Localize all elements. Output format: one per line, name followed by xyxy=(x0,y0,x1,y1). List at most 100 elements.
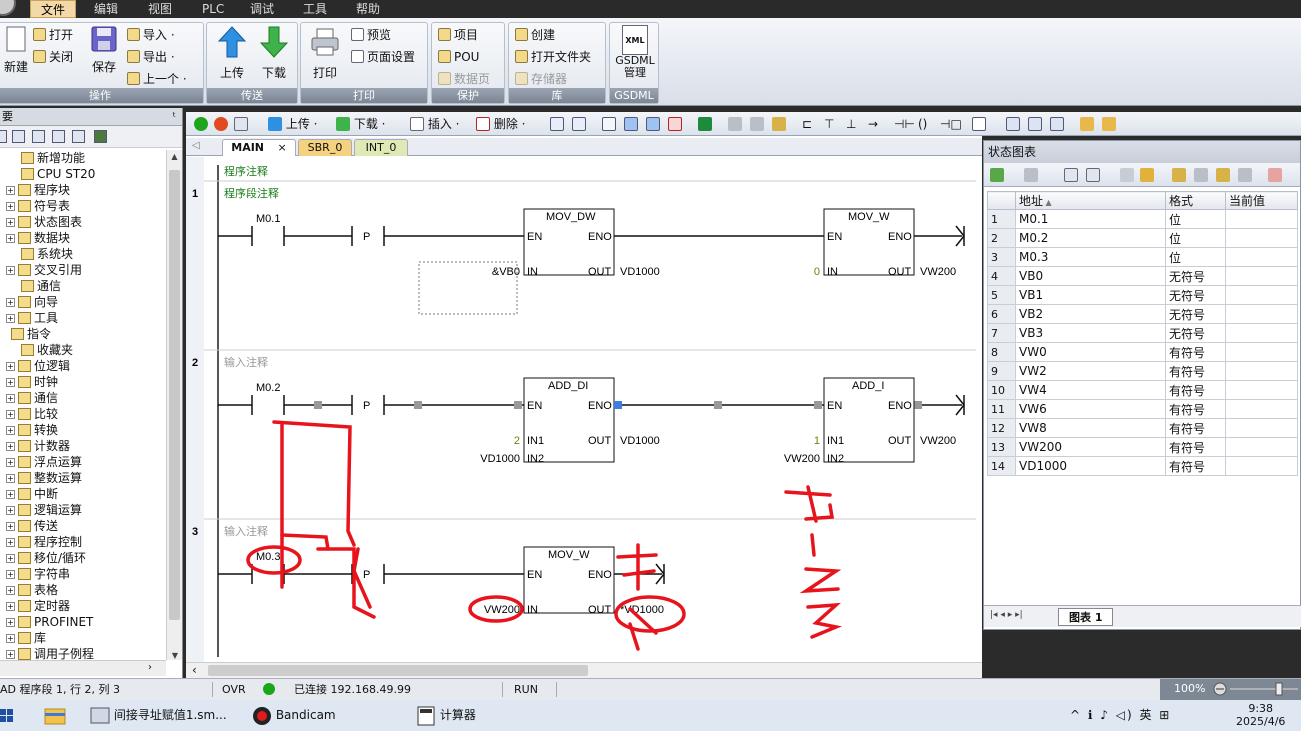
tree-item[interactable]: + 符号表 xyxy=(6,198,70,214)
current-value-cell[interactable] xyxy=(1225,399,1298,419)
current-value-cell[interactable] xyxy=(1225,418,1298,438)
current-value-cell[interactable] xyxy=(1225,228,1298,248)
format-cell[interactable]: 有符号 xyxy=(1165,456,1226,476)
table-row[interactable]: 14 VD1000 有符号 xyxy=(987,456,1298,476)
out-operand[interactable]: VD1000 xyxy=(620,266,660,278)
branch-icon[interactable]: ⊤ xyxy=(824,115,834,133)
expand-icon[interactable]: + xyxy=(6,602,15,611)
network-comment[interactable]: 输入注释 xyxy=(224,355,268,369)
in-operand[interactable]: 0 xyxy=(814,266,820,278)
menu-help[interactable]: 帮助 xyxy=(346,0,390,18)
system-tray[interactable]: ^ ℹ ♪ ◁) 英 ⊞ xyxy=(1070,700,1171,731)
print-button[interactable]: 打印 xyxy=(307,25,343,81)
expand-icon[interactable]: + xyxy=(6,394,15,403)
network-2[interactable]: 2 输入注释 M0.2 P ADD_DI EN ENO IN1 IN2 OUT … xyxy=(192,355,965,465)
tree-item[interactable]: + 中断 xyxy=(6,486,58,502)
expand-icon[interactable]: + xyxy=(6,458,15,467)
run-icon[interactable] xyxy=(194,115,208,133)
preview-button[interactable]: 预览 xyxy=(351,25,391,45)
table-icon[interactable] xyxy=(1050,115,1064,133)
tree-item[interactable]: 新增功能 xyxy=(6,150,85,166)
expand-icon[interactable]: + xyxy=(6,570,15,579)
view-icon[interactable] xyxy=(52,130,65,143)
data-page-button[interactable]: 数据页 xyxy=(438,69,490,89)
network-comment[interactable]: 输入注释 xyxy=(224,524,268,538)
format-cell[interactable]: 位 xyxy=(1165,247,1226,267)
tree-item[interactable]: + 时钟 xyxy=(6,374,58,390)
tree-item[interactable]: + 状态图表 xyxy=(6,214,82,230)
address-cell[interactable]: VW2 xyxy=(1015,361,1166,381)
table-row[interactable]: 7 VB3 无符号 xyxy=(987,323,1298,343)
pou-button[interactable]: POU xyxy=(438,47,479,67)
address-cell[interactable]: M0.2 xyxy=(1015,228,1166,248)
export-button[interactable]: 导出 · xyxy=(127,47,175,67)
address-cell[interactable]: VB3 xyxy=(1015,323,1166,343)
tree-item[interactable]: 收藏夹 xyxy=(6,342,73,358)
tree-item[interactable]: 通信 xyxy=(6,278,61,294)
expand-icon[interactable]: + xyxy=(6,202,15,211)
lock-icon[interactable] xyxy=(1172,166,1186,184)
format-cell[interactable]: 位 xyxy=(1165,209,1226,229)
tab-scroll-left-icon[interactable]: ◁ xyxy=(192,140,200,151)
stop-icon[interactable] xyxy=(214,115,228,133)
tree-item[interactable]: + 逻辑运算 xyxy=(6,502,82,518)
table-icon[interactable] xyxy=(1028,115,1042,133)
column-header-current-value[interactable]: 当前值 xyxy=(1225,191,1298,210)
column-header-format[interactable]: 格式 xyxy=(1165,191,1226,210)
bookmark-icon[interactable] xyxy=(602,115,616,133)
menu-debug[interactable]: 调试 xyxy=(240,0,284,18)
lock-icon[interactable] xyxy=(1194,166,1208,184)
menu-edit[interactable]: 编辑 xyxy=(84,0,128,18)
tree-item[interactable]: + PROFINET xyxy=(6,614,93,630)
bookmark-icon[interactable] xyxy=(624,115,638,133)
table-row[interactable]: 6 VB2 无符号 xyxy=(987,304,1298,324)
tab-main[interactable]: MAIN × xyxy=(222,139,296,156)
memory-button[interactable]: 存储器 xyxy=(515,69,567,89)
network-icon[interactable] xyxy=(550,115,564,133)
out-operand[interactable]: VW200 xyxy=(920,435,956,447)
address-cell[interactable]: M0.1 xyxy=(1015,209,1166,229)
expand-icon[interactable]: + xyxy=(6,442,15,451)
tree-item[interactable]: + 浮点运算 xyxy=(6,454,82,470)
taskbar-app-bandicam[interactable]: Bandicam xyxy=(252,700,336,731)
current-value-cell[interactable] xyxy=(1225,247,1298,267)
expand-icon[interactable]: + xyxy=(6,234,15,243)
open-folder-button[interactable]: 打开文件夹 xyxy=(515,47,591,67)
monitor-icon[interactable] xyxy=(1064,166,1078,184)
start-button[interactable] xyxy=(0,700,14,731)
expand-icon[interactable]: + xyxy=(6,634,15,643)
expand-icon[interactable]: + xyxy=(6,426,15,435)
lock-icon[interactable] xyxy=(1238,166,1252,184)
toolbar-upload-button[interactable]: 上传 · xyxy=(268,115,317,133)
table-row[interactable]: 1 M0.1 位 xyxy=(987,209,1298,229)
table-row[interactable]: 11 VW6 有符号 xyxy=(987,399,1298,419)
address-cell[interactable]: VW4 xyxy=(1015,380,1166,400)
compile-icon[interactable] xyxy=(234,115,248,133)
expand-icon[interactable]: + xyxy=(6,314,15,323)
tree-item[interactable]: + 位逻辑 xyxy=(6,358,70,374)
table-row[interactable]: 8 VW0 有符号 xyxy=(987,342,1298,362)
file-explorer-icon[interactable] xyxy=(44,700,66,731)
monitor-icon[interactable] xyxy=(698,115,712,133)
create-library-button[interactable]: 创建 xyxy=(515,25,555,45)
tree-item[interactable]: + 程序块 xyxy=(6,182,70,198)
address-cell[interactable]: VB0 xyxy=(1015,266,1166,286)
sheet-nav-icon[interactable]: |◂ ◂ ▸ ▸| xyxy=(990,610,1023,620)
format-cell[interactable]: 有符号 xyxy=(1165,399,1226,419)
expand-icon[interactable]: + xyxy=(6,554,15,563)
table-row[interactable]: 9 VW2 有符号 xyxy=(987,361,1298,381)
expand-icon[interactable]: + xyxy=(6,266,15,275)
table-row[interactable]: 3 M0.3 位 xyxy=(987,247,1298,267)
pin-icon[interactable]: ᵗ xyxy=(173,108,176,126)
view-icon[interactable] xyxy=(12,130,25,143)
page-setup-button[interactable]: 页面设置 xyxy=(351,47,415,67)
format-cell[interactable]: 无符号 xyxy=(1165,323,1226,343)
tree-item[interactable]: + 计数器 xyxy=(6,438,70,454)
expand-icon[interactable]: + xyxy=(6,538,15,547)
table-row[interactable]: 5 VB1 无符号 xyxy=(987,285,1298,305)
tree-item[interactable]: + 传送 xyxy=(6,518,58,534)
lock-icon[interactable] xyxy=(728,115,742,133)
wire-icon[interactable]: → xyxy=(868,115,878,133)
menu-plc[interactable]: PLC xyxy=(192,0,234,18)
current-value-cell[interactable] xyxy=(1225,456,1298,476)
